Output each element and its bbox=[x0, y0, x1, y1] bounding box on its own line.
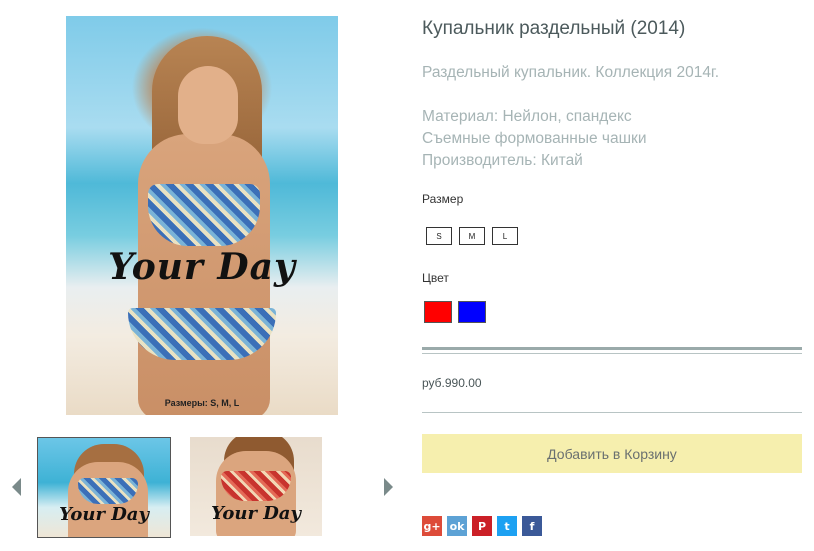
description-line: Материал: Нейлон, спандекс bbox=[422, 108, 632, 125]
size-option-l[interactable]: L bbox=[492, 227, 518, 245]
swimsuit-top bbox=[148, 184, 260, 246]
color-options bbox=[424, 301, 486, 323]
pinterest-icon[interactable]: P bbox=[472, 516, 492, 536]
odnoklassniki-icon[interactable]: ok bbox=[447, 516, 467, 536]
divider bbox=[422, 347, 802, 350]
color-label: Цвет bbox=[422, 271, 449, 285]
size-options: S M L bbox=[426, 227, 518, 245]
description-line: Съемные формованные чашки bbox=[422, 130, 647, 147]
main-product-image[interactable]: Your Day Размеры: S, M, L bbox=[66, 16, 338, 415]
twitter-icon[interactable]: t bbox=[497, 516, 517, 536]
size-option-m[interactable]: M bbox=[459, 227, 485, 245]
divider bbox=[422, 412, 802, 413]
size-option-s[interactable]: S bbox=[426, 227, 452, 245]
facebook-icon[interactable]: f bbox=[522, 516, 542, 536]
thumb-swimsuit bbox=[78, 478, 138, 504]
share-buttons: g+ ok P t f bbox=[422, 516, 542, 536]
thumb-watermark: Your Day bbox=[59, 504, 149, 525]
carousel-prev-icon[interactable] bbox=[12, 478, 21, 496]
model-face bbox=[178, 66, 238, 144]
add-to-cart-button[interactable]: Добавить в Корзину bbox=[422, 434, 802, 473]
thumb-swimsuit bbox=[221, 471, 291, 501]
thumbnail-2[interactable]: Your Day bbox=[190, 437, 322, 536]
description-line: Раздельный купальник. Коллекция 2014г. bbox=[422, 64, 720, 81]
size-label: Размер bbox=[422, 192, 464, 206]
product-price: руб.990.00 bbox=[422, 376, 482, 390]
sizes-caption: Размеры: S, M, L bbox=[164, 398, 240, 408]
thumbnail-1[interactable]: Your Day bbox=[37, 437, 171, 538]
divider bbox=[422, 353, 802, 354]
thumb-watermark: Your Day bbox=[211, 503, 301, 524]
description-line: Производитель: Китай bbox=[422, 152, 583, 169]
color-swatch-blue[interactable] bbox=[458, 301, 486, 323]
color-swatch-red[interactable] bbox=[424, 301, 452, 323]
google-plus-icon[interactable]: g+ bbox=[422, 516, 442, 536]
carousel-next-icon[interactable] bbox=[384, 478, 393, 496]
swimsuit-bottom bbox=[128, 308, 276, 360]
watermark-brand: Your Day bbox=[108, 246, 296, 288]
product-description: Раздельный купальник. Коллекция 2014г. М… bbox=[422, 62, 719, 172]
product-title: Купальник раздельный (2014) bbox=[422, 18, 686, 39]
